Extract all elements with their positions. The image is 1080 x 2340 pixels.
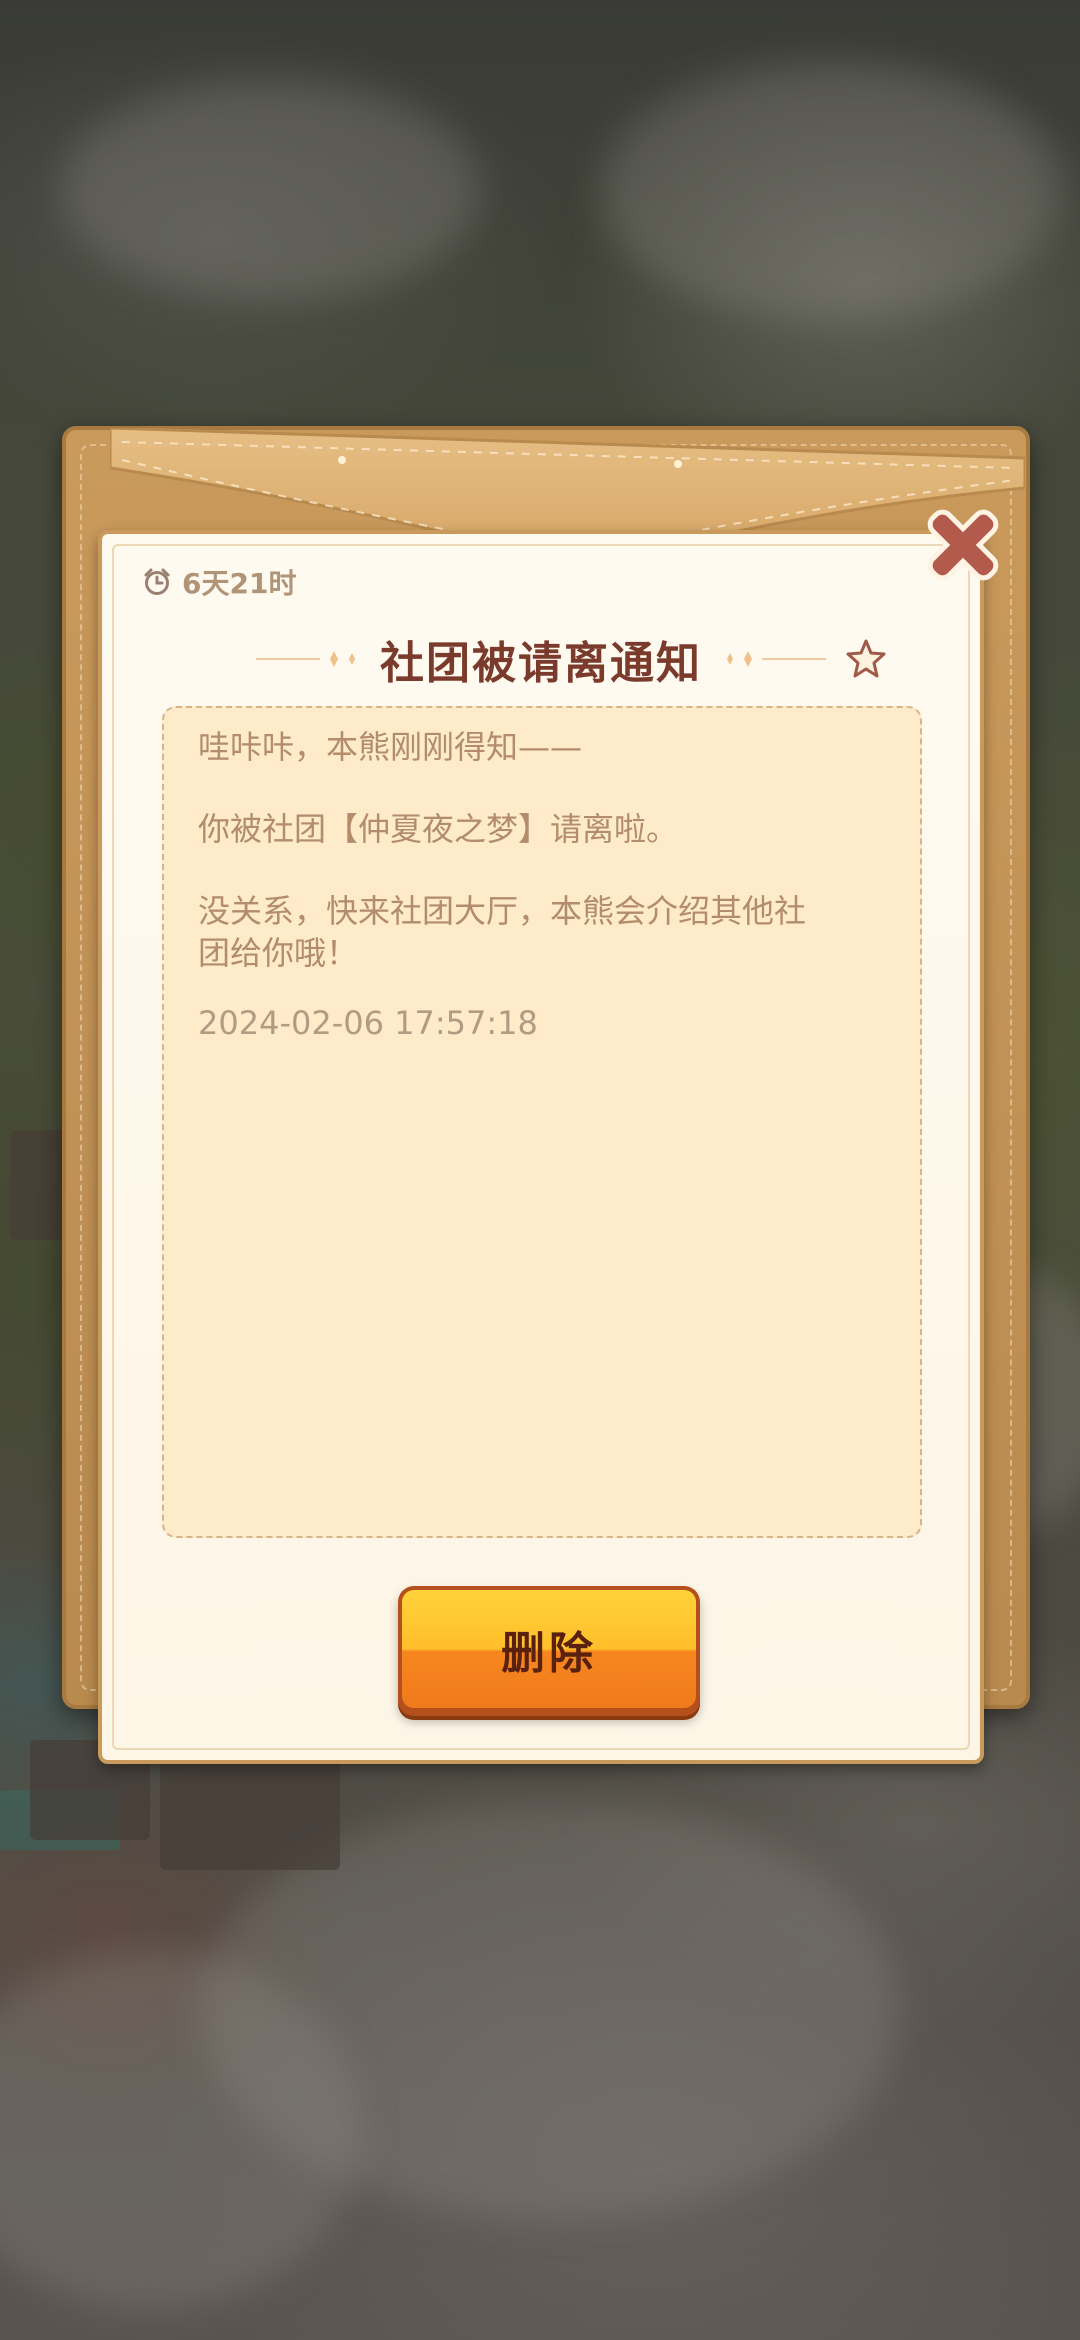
message-line-3a: 没关系，快来社团大厅，本熊会介绍其他社	[198, 892, 807, 930]
delete-button[interactable]: 删除	[398, 1586, 700, 1716]
title-right-ornament	[716, 649, 826, 669]
close-icon	[918, 509, 1008, 594]
alarm-clock-icon	[142, 567, 172, 597]
title-left-ornament	[256, 649, 366, 669]
message-line-2: 你被社团【仲夏夜之梦】请离啦。	[198, 810, 679, 848]
message-body: 哇咔咔，本熊刚刚得知—— 你被社团【仲夏夜之梦】请离啦。 没关系，快来社团大厅，…	[162, 706, 922, 1538]
notification-card: 6天21时 社团被请离通知 哇咔咔，本熊刚刚得知—— 你被社团【仲夏夜之梦】请离…	[98, 530, 984, 1764]
delete-button-label: 删除	[501, 1628, 597, 1679]
close-button[interactable]	[918, 500, 1008, 590]
message-line-3b: 团给你哦！	[198, 934, 359, 972]
timer-text: 6天21时	[182, 567, 297, 600]
expiry-timer: 6天21时	[142, 562, 296, 602]
message-line-1: 哇咔咔，本熊刚刚得知——	[198, 728, 583, 766]
dialog-title: 社团被请离通知	[380, 638, 702, 689]
star-icon[interactable]	[844, 637, 888, 681]
message-timestamp: 2024-02-06 17:57:18	[198, 1004, 538, 1042]
